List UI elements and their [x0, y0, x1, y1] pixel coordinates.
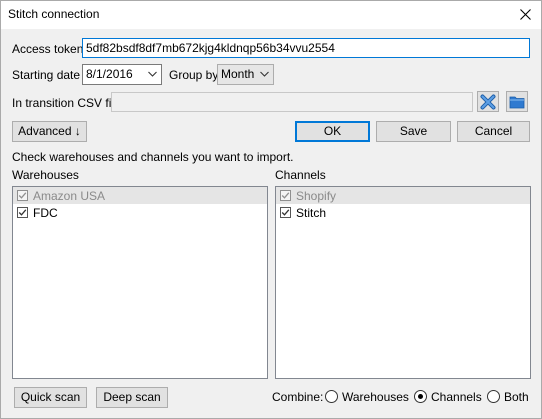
- warehouse-name: Amazon USA: [33, 188, 106, 203]
- dialog-window: Stitch connection Access token 5df82bsdf…: [0, 0, 542, 419]
- warehouse-checkbox[interactable]: [17, 190, 28, 201]
- quick-scan-button[interactable]: Quick scan: [14, 387, 87, 408]
- save-button[interactable]: Save: [376, 121, 451, 142]
- starting-date-label: Starting date: [12, 68, 81, 82]
- checkmark-icon: [18, 209, 27, 216]
- folder-icon: [509, 96, 525, 108]
- checkmark-icon: [281, 192, 290, 199]
- combine-warehouses-label[interactable]: Warehouses: [342, 390, 409, 404]
- close-button[interactable]: [509, 1, 541, 27]
- browse-csv-button[interactable]: [506, 91, 528, 112]
- checkmark-icon: [281, 209, 290, 216]
- access-token-label: Access token: [12, 42, 84, 56]
- warehouse-item[interactable]: Amazon USA: [13, 187, 267, 204]
- clear-x-icon: [480, 94, 496, 109]
- combine-channels-label[interactable]: Channels: [431, 390, 482, 404]
- chevron-down-icon: [148, 71, 157, 77]
- group-by-select[interactable]: Month: [217, 64, 274, 85]
- channels-list[interactable]: Shopify Stitch: [275, 186, 531, 379]
- group-by-value: Month: [221, 67, 255, 81]
- combine-both-label[interactable]: Both: [504, 390, 529, 404]
- combine-label: Combine:: [272, 390, 324, 404]
- clear-csv-button[interactable]: [477, 91, 499, 112]
- close-icon: [519, 8, 531, 20]
- warehouse-name: FDC: [33, 205, 58, 220]
- warehouses-list[interactable]: Amazon USA FDC: [12, 186, 268, 379]
- channel-item[interactable]: Shopify: [276, 187, 530, 204]
- combine-warehouses-radio[interactable]: [325, 390, 338, 403]
- warehouse-checkbox[interactable]: [17, 207, 28, 218]
- checkmark-icon: [18, 192, 27, 199]
- channel-item[interactable]: Stitch: [276, 204, 530, 221]
- cancel-button[interactable]: Cancel: [457, 121, 530, 142]
- instruction-text: Check warehouses and channels you want t…: [12, 150, 294, 164]
- window-title: Stitch connection: [8, 7, 100, 21]
- advanced-button[interactable]: Advanced ↓: [12, 121, 87, 142]
- channel-checkbox[interactable]: [280, 207, 291, 218]
- channel-checkbox[interactable]: [280, 190, 291, 201]
- channel-name: Shopify: [296, 188, 337, 203]
- deep-scan-button[interactable]: Deep scan: [96, 387, 168, 408]
- access-token-input[interactable]: 5df82bsdf8df7mb672kjg4kldnqp56b34vvu2554: [82, 38, 530, 58]
- starting-date-picker[interactable]: 8/1/2016: [82, 64, 162, 85]
- title-bar: Stitch connection: [1, 1, 541, 29]
- chevron-down-icon: [260, 71, 269, 77]
- channel-name: Stitch: [296, 205, 327, 220]
- starting-date-value: 8/1/2016: [86, 67, 133, 81]
- ok-button[interactable]: OK: [295, 121, 370, 142]
- warehouse-item[interactable]: FDC: [13, 204, 267, 221]
- csv-file-label: In transition CSV file: [12, 96, 121, 110]
- group-by-label: Group by: [169, 68, 219, 82]
- channels-label: Channels: [275, 168, 326, 182]
- radio-dot: [418, 394, 423, 399]
- csv-file-input[interactable]: [111, 92, 473, 112]
- warehouses-label: Warehouses: [12, 168, 79, 182]
- combine-both-radio[interactable]: [487, 390, 500, 403]
- combine-channels-radio[interactable]: [414, 390, 427, 403]
